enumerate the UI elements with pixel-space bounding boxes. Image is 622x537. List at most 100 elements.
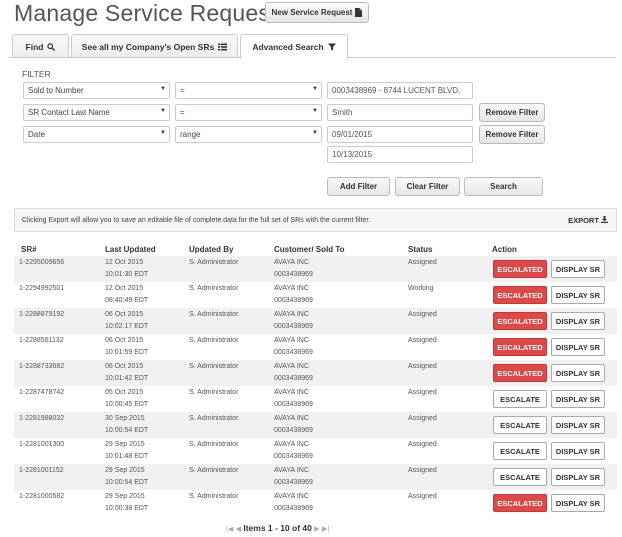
escalate-button[interactable]: ESCALATE xyxy=(493,416,547,434)
status-text: Assigned xyxy=(408,311,437,318)
escalate-button[interactable]: ESCALATE xyxy=(493,390,547,408)
escalated-button[interactable]: ESCALATED xyxy=(493,364,547,382)
chevron-down-icon: ▼ xyxy=(160,86,166,92)
date-from-input[interactable]: 09/01/2015 xyxy=(327,126,473,143)
status-text: Assigned xyxy=(408,389,437,396)
filter-field-select[interactable]: Sold to Number ▼ xyxy=(23,82,170,99)
export-label: EXPORT xyxy=(568,216,599,225)
last-updated-date: 06 Oct 2015 xyxy=(105,337,144,344)
sold-to-number: 0003438969 xyxy=(274,375,313,382)
sold-to-number: 0003438969 xyxy=(274,323,313,330)
updated-by: S. Administrator xyxy=(189,311,239,318)
display-sr-button[interactable]: DISPLAY SR xyxy=(551,338,605,356)
column-header-action: Action xyxy=(492,245,517,254)
sr-number: 1-2288561132 xyxy=(19,337,64,344)
escalated-button[interactable]: ESCALATED xyxy=(493,312,547,330)
escalated-button[interactable]: ESCALATED xyxy=(493,260,547,278)
display-sr-button[interactable]: DISPLAY SR xyxy=(551,390,605,408)
filter-operator-value: range xyxy=(180,130,201,139)
last-page-icon[interactable]: ▶| xyxy=(322,526,329,533)
last-updated-time: 10:01:59 EDT xyxy=(105,349,149,356)
customer-name: AVAYA INC xyxy=(274,493,309,500)
customer-name: AVAYA INC xyxy=(274,259,309,266)
last-updated-date: 12 Oct 2015 xyxy=(105,259,144,266)
next-page-icon[interactable]: ▶ xyxy=(314,526,319,533)
tab-company-open-srs-label: See all my Company's Open SRs xyxy=(81,41,215,52)
tab-find[interactable]: Find xyxy=(12,34,69,58)
export-link[interactable]: EXPORT xyxy=(568,216,608,225)
filter-value-input[interactable]: Smith xyxy=(327,104,473,121)
customer-name: AVAYA INC xyxy=(274,311,309,318)
filter-field-value: Date xyxy=(28,130,45,139)
filter-field-select[interactable]: Date ▼ xyxy=(23,126,170,143)
filter-operator-value: = xyxy=(180,108,185,117)
document-icon xyxy=(355,8,363,17)
escalated-button[interactable]: ESCALATED xyxy=(493,338,547,356)
remove-filter-button[interactable]: Remove Filter xyxy=(479,125,545,144)
filter-field-value: Sold to Number xyxy=(28,86,84,95)
customer-name: AVAYA INC xyxy=(274,337,309,344)
filter-operator-select[interactable]: range ▼ xyxy=(175,126,322,143)
updated-by: S. Administrator xyxy=(189,493,239,500)
export-notice-text: Clicking Export will allow you to save a… xyxy=(22,216,371,224)
last-updated-time: 10:00:45 EDT xyxy=(105,401,149,408)
display-sr-button[interactable]: DISPLAY SR xyxy=(551,312,605,330)
display-sr-button[interactable]: DISPLAY SR xyxy=(551,494,605,512)
updated-by: S. Administrator xyxy=(189,467,239,474)
last-updated-time: 08:40:49 EDT xyxy=(105,297,149,304)
pagination-label: Items 1 - 10 of 40 xyxy=(243,523,312,533)
display-sr-button[interactable]: DISPLAY SR xyxy=(551,416,605,434)
filter-value-input[interactable]: 0003438969 - 8744 LUCENT BLVD, xyxy=(327,82,473,99)
display-sr-button[interactable]: DISPLAY SR xyxy=(551,260,605,278)
table-row: 1-2281001300 29 Sep 2015 10:01:48 EDT S. Ad… xyxy=(14,438,617,464)
filter-field-value: SR Contact Last Name xyxy=(28,108,110,117)
search-button[interactable]: Search xyxy=(464,177,543,196)
date-to-input[interactable]: 10/13/2015 xyxy=(327,146,473,163)
remove-filter-button[interactable]: Remove Filter xyxy=(479,103,545,122)
chevron-down-icon: ▼ xyxy=(312,86,318,92)
sr-number: 1-2294992501 xyxy=(19,285,65,292)
tab-advanced-search-label: Advanced Search xyxy=(252,42,324,52)
escalated-button[interactable]: ESCALATED xyxy=(493,494,547,512)
escalated-button[interactable]: ESCALATED xyxy=(493,286,547,304)
first-page-icon[interactable]: |◀ xyxy=(226,526,233,533)
last-updated-date: 29 Sep 2015 xyxy=(105,441,145,448)
column-header-last-updated: Last Updated xyxy=(105,245,156,254)
table-row: 1-2281000582 29 Sep 2015 10:00:38 EDT S. Ad… xyxy=(14,490,617,516)
escalate-button[interactable]: ESCALATE xyxy=(493,442,547,460)
tab-company-open-srs[interactable]: See all my Company's Open SRs xyxy=(71,34,238,58)
status-text: Assigned xyxy=(408,259,437,266)
prev-page-icon[interactable]: ◀ xyxy=(236,526,241,533)
last-updated-date: 12 Oct 2015 xyxy=(105,285,144,292)
clear-filter-button[interactable]: Clear Filter xyxy=(395,177,460,196)
last-updated-time: 10:00:54 EDT xyxy=(105,427,149,434)
display-sr-button[interactable]: DISPLAY SR xyxy=(551,364,605,382)
display-sr-button[interactable]: DISPLAY SR xyxy=(551,442,605,460)
sold-to-number: 0003438969 xyxy=(274,297,313,304)
updated-by: S. Administrator xyxy=(189,415,239,422)
add-filter-button[interactable]: Add Filter xyxy=(327,177,390,196)
filter-operator-select[interactable]: = ▼ xyxy=(175,104,322,121)
sr-number: 1-2288733682 xyxy=(19,363,65,370)
remove-filter-label: Remove Filter xyxy=(485,108,539,117)
display-sr-button[interactable]: DISPLAY SR xyxy=(551,468,605,486)
tab-advanced-search[interactable]: Advanced Search xyxy=(240,34,348,59)
status-text: Assigned xyxy=(408,467,437,474)
customer-name: AVAYA INC xyxy=(274,389,309,396)
table-row: 1-2288733682 06 Oct 2015 10:01:42 EDT S. Ad… xyxy=(14,360,617,386)
display-sr-button[interactable]: DISPLAY SR xyxy=(551,286,605,304)
escalate-button[interactable]: ESCALATE xyxy=(493,468,547,486)
new-service-request-button[interactable]: New Service Request xyxy=(265,2,369,23)
last-updated-time: 10:01:30 EDT xyxy=(105,271,149,278)
updated-by: S. Administrator xyxy=(189,337,239,344)
filter-operator-select[interactable]: = ▼ xyxy=(175,82,322,99)
filter-field-select[interactable]: SR Contact Last Name ▼ xyxy=(23,104,170,121)
search-label: Search xyxy=(490,182,517,191)
last-updated-date: 30 Sep 2015 xyxy=(105,415,145,422)
sold-to-number: 0003438969 xyxy=(274,427,313,434)
pagination: |◀ ◀ Items 1 - 10 of 40 ▶ ▶| xyxy=(226,523,329,533)
last-updated-date: 05 Oct 2015 xyxy=(105,389,144,396)
column-header-sr: SR# xyxy=(21,245,37,254)
sold-to-number: 0003438969 xyxy=(274,505,313,512)
sr-number: 1-2281001152 xyxy=(19,467,64,474)
